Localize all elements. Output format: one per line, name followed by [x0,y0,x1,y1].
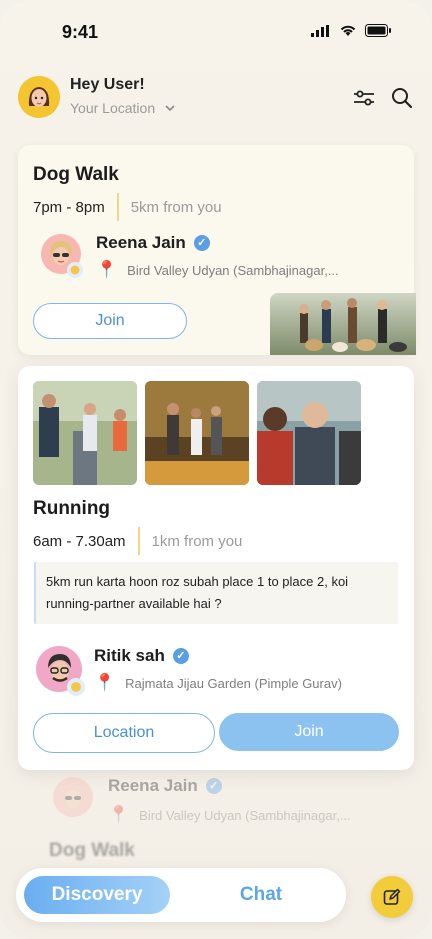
activity-card-running[interactable]: Running 6am - 7.30am 1km from you 5km ru… [18,366,414,770]
host-avatar-image [41,234,83,278]
activity-time: 6am - 7.30am [33,532,126,550]
host-avatar[interactable] [36,646,85,696]
dog-walk-photo [270,293,416,355]
host-info: Reena Jain ✓ 📍 Bird Valley Udyan (Sambhaj… [40,233,339,280]
user-avatar[interactable] [18,76,60,118]
host-name: Reena Jain ✓ [108,776,351,796]
activity-distance: 1km from you [151,532,243,550]
create-post-button[interactable] [371,876,413,918]
activity-description: 5km run karta hoon roz subah place 1 to … [34,562,398,624]
chevron-down-icon [165,104,175,111]
place-name: Rajmata Jijau Garden (Pimple Gurav) [125,675,342,691]
join-button[interactable]: Join [33,303,187,339]
divider [116,193,119,221]
verified-icon: ✓ [205,778,222,794]
location-pin-icon: 📍 [94,673,116,692]
location-label: Your Location [70,100,156,116]
status-bar: 9:41 [0,0,432,62]
running-photo-2 [145,381,249,485]
running-photo-1 [33,381,137,485]
bottom-nav: Discovery Chat [16,868,346,922]
filter-icon [354,90,374,106]
location-pin-icon: 📍 [96,260,118,279]
activity-time-row: 6am - 7.30am 1km from you [33,527,242,555]
activity-title: Dog Walk [33,164,119,185]
running-photo-3 [257,381,361,485]
location-button[interactable]: Location [33,713,215,753]
host-avatar-image [36,646,85,696]
battery-icon [365,24,391,37]
status-icons [311,24,392,37]
activity-card-dog-walk[interactable]: Dog Walk 7pm - 8pm 5km from you Reena Ja… [18,145,416,355]
host-avatar[interactable] [40,233,83,278]
search-button[interactable] [390,86,414,110]
location-selector[interactable]: Your Location [70,100,175,116]
search-icon [392,88,413,109]
place-name: Bird Valley Udyan (Sambhajinagar,... [139,807,351,823]
user-avatar-image [18,76,60,118]
host-place: 📍 Bird Valley Udyan (Sambhajinagar,... [96,260,339,280]
location-pin-icon: 📍 [108,805,130,824]
host-name: Reena Jain ✓ [96,233,339,253]
host-avatar [52,776,93,817]
tab-chat[interactable]: Chat [206,876,316,914]
app-screen: 9:41 Hey User! Your Location Dog Walk 7p… [0,0,432,939]
host-info: Reena Jain ✓ 📍 Bird Valley Udyan (Sambhaj… [52,776,351,825]
status-time: 9:41 [62,22,99,42]
activity-title: Dog Walk [49,840,135,861]
signal-icon [311,24,329,37]
header-actions [352,86,414,110]
tab-discovery[interactable]: Discovery [24,876,170,914]
verified-icon: ✓ [172,648,189,664]
divider [137,527,140,555]
activity-time: 7pm - 8pm [33,198,105,216]
activity-time-row: 7pm - 8pm 5km from you [33,193,222,221]
wifi-icon [340,25,356,36]
activity-card-faded: Reena Jain ✓ 📍 Bird Valley Udyan (Sambhaj… [18,770,414,870]
activity-distance: 5km from you [130,198,222,216]
filter-button[interactable] [352,86,376,110]
host-place: 📍 Bird Valley Udyan (Sambhajinagar,... [108,805,351,825]
place-name: Bird Valley Udyan (Sambhajinagar,... [127,262,339,278]
activity-title: Running [33,498,111,519]
edit-icon [383,888,401,905]
join-button[interactable]: Join [219,713,399,751]
host-place: 📍 Rajmata Jijau Garden (Pimple Gurav) [94,673,342,693]
verified-icon: ✓ [193,235,210,251]
host-name: Ritik sah ✓ [94,646,342,666]
greeting-text: Hey User! [70,76,145,93]
host-info: Ritik sah ✓ 📍 Rajmata Jijau Garden (Pimpl… [36,646,342,696]
